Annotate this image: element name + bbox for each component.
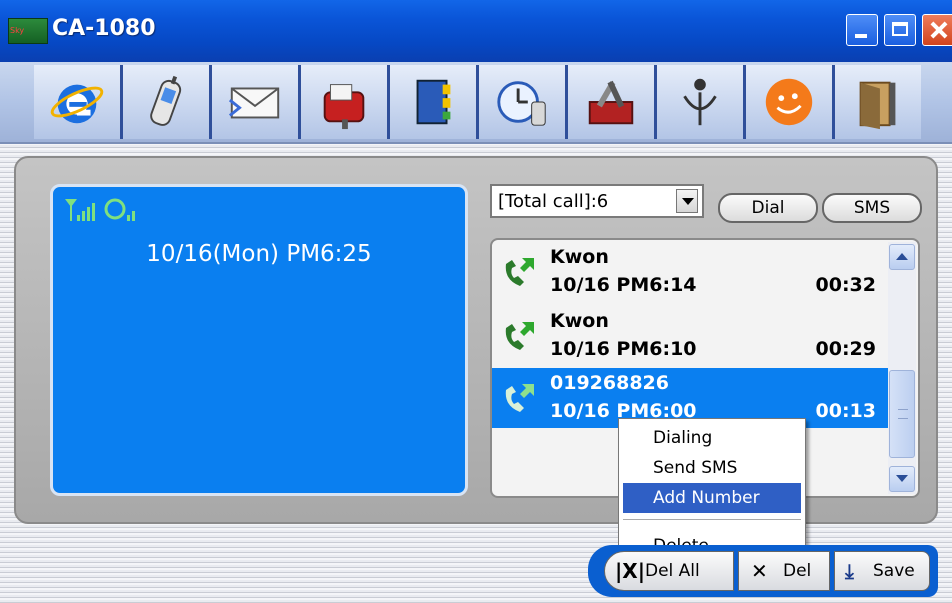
call-duration: 00:13 <box>815 400 876 422</box>
download-icon: ⤓ <box>845 559 854 583</box>
call-date: 10/16 PM6:14 <box>550 274 697 296</box>
tab-sms[interactable]: SMS <box>822 193 922 223</box>
caller-number: 019268826 <box>550 372 669 394</box>
incoming-call-icon <box>505 384 534 412</box>
app-icon: Sky <box>8 18 48 44</box>
delete-button[interactable]: ✕ Del <box>738 551 830 591</box>
call-date: 10/16 PM6:10 <box>550 338 697 360</box>
main-toolbar <box>0 62 952 144</box>
delete-all-button[interactable]: |X| Del All <box>604 551 734 591</box>
menu-separator <box>623 519 801 520</box>
call-list-scrollbar[interactable] <box>888 242 916 494</box>
call-list-item[interactable]: Kwon 10/16 PM6:14 00:32 <box>492 242 888 302</box>
context-menu: Dialing Send SMS Add Number Delete <box>618 418 806 566</box>
delete-label: Del <box>783 561 812 581</box>
menu-item-dialing[interactable]: Dialing <box>623 423 801 453</box>
menu-item-send-sms[interactable]: Send SMS <box>623 453 801 483</box>
chevron-down-icon[interactable] <box>676 189 698 213</box>
tools-icon[interactable] <box>568 65 657 139</box>
call-duration: 00:29 <box>815 338 876 360</box>
incoming-call-icon <box>505 258 534 286</box>
logo-icon[interactable] <box>657 65 746 139</box>
minimize-button[interactable] <box>846 14 878 46</box>
save-label: Save <box>873 561 915 581</box>
close-icon: ✕ <box>751 559 768 583</box>
window-title: CA-1080 <box>52 16 156 41</box>
smiley-icon[interactable] <box>746 65 835 139</box>
close-button[interactable] <box>922 14 952 46</box>
address-book-icon[interactable] <box>390 65 479 139</box>
call-list-item[interactable]: Kwon 10/16 PM6:10 00:29 <box>492 306 888 366</box>
tab-dial[interactable]: Dial <box>718 193 818 223</box>
phone-display: 10/16(Mon) PM6:25 <box>50 184 468 496</box>
incoming-call-icon <box>505 322 534 350</box>
internet-explorer-icon[interactable] <box>34 65 123 139</box>
scroll-thumb[interactable] <box>889 370 915 458</box>
menu-item-add-number[interactable]: Add Number <box>623 483 801 513</box>
signal-strength-icon <box>65 198 135 221</box>
caller-name: Kwon <box>550 246 609 268</box>
title-bar: Sky CA-1080 <box>0 0 952 63</box>
clock-phone-icon[interactable] <box>479 65 568 139</box>
call-duration: 00:32 <box>815 274 876 296</box>
caller-name: Kwon <box>550 310 609 332</box>
maximize-button[interactable] <box>884 14 916 46</box>
email-icon[interactable] <box>212 65 301 139</box>
mailbox-icon[interactable] <box>301 65 390 139</box>
display-datetime: 10/16(Mon) PM6:25 <box>146 241 372 267</box>
delete-all-label: Del All <box>645 561 700 581</box>
scroll-up-icon[interactable] <box>889 244 915 270</box>
delete-all-icon: |X| <box>615 559 646 583</box>
call-filter-dropdown[interactable]: [Total call]:6 <box>490 184 704 218</box>
save-button[interactable]: ⤓ Save <box>834 551 930 591</box>
mobile-phone-icon[interactable] <box>123 65 212 139</box>
exit-door-icon[interactable] <box>835 65 921 139</box>
scroll-down-icon[interactable] <box>889 466 915 492</box>
call-filter-value: [Total call]:6 <box>498 191 609 212</box>
